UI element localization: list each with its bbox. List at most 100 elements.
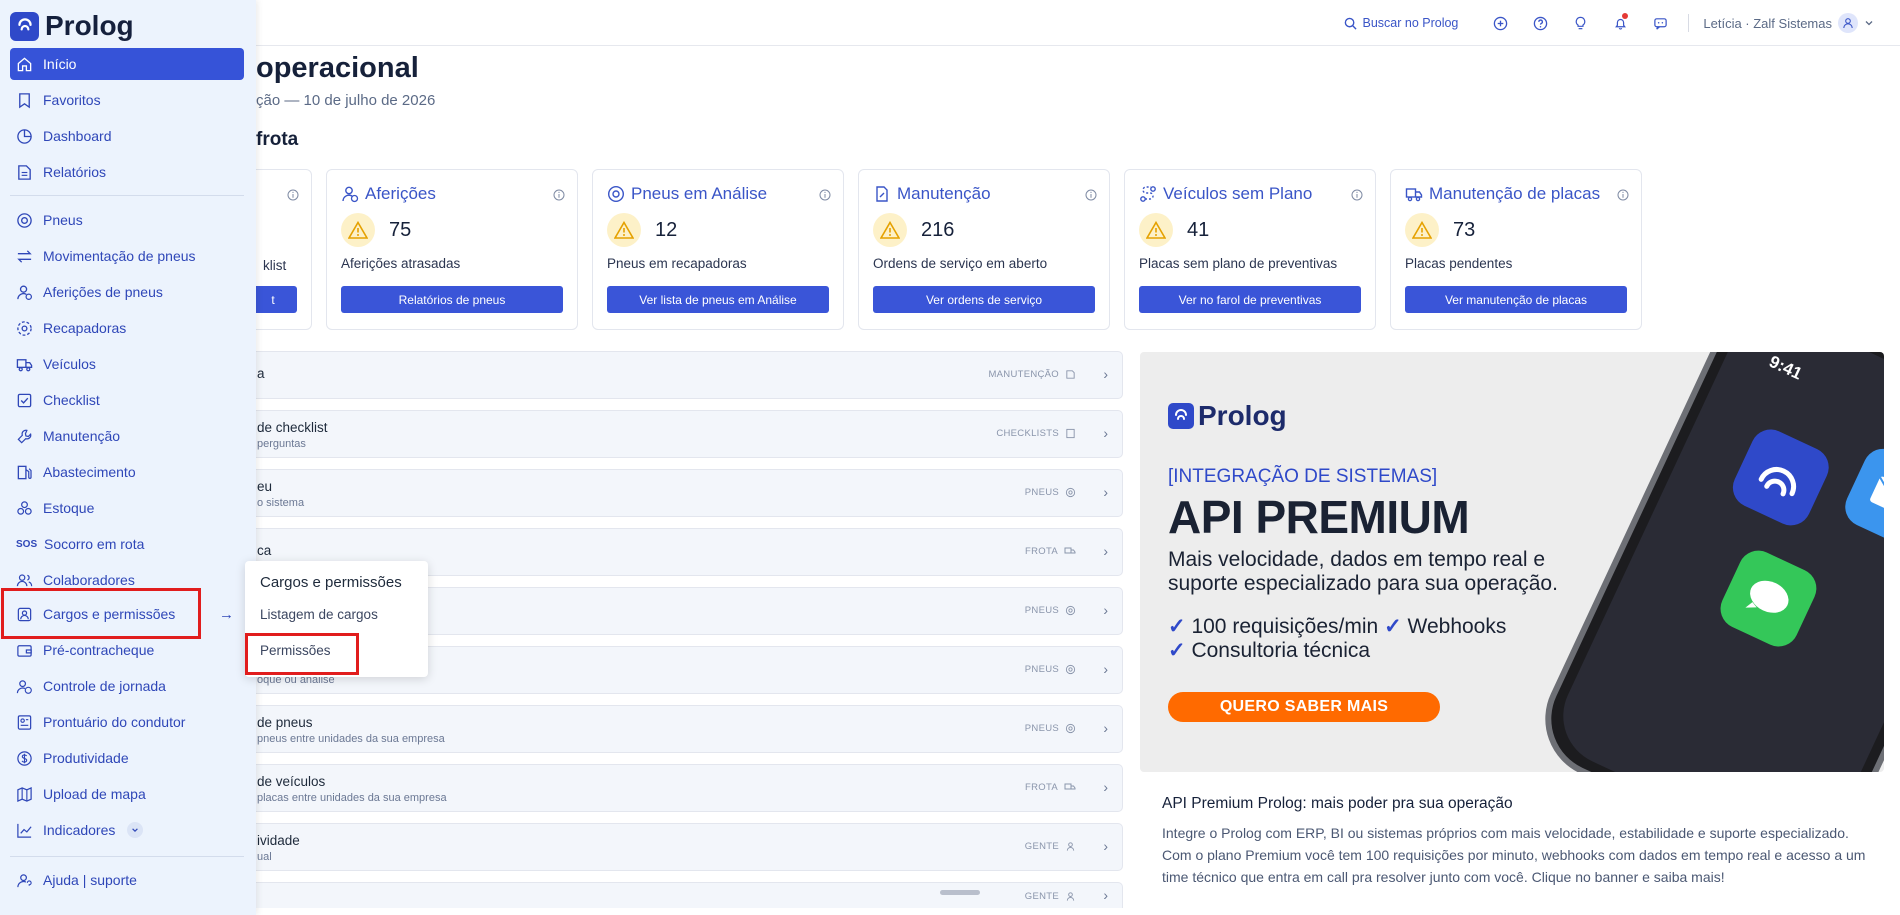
info-icon[interactable]	[287, 188, 299, 206]
card-button[interactable]: Ver no farol de preventivas	[1139, 286, 1361, 313]
list-item-subtitle: placas entre unidades da sua empresa	[257, 792, 447, 804]
list-item-subtitle: pneus entre unidades da sua empresa	[257, 733, 445, 745]
info-icon[interactable]	[819, 188, 831, 206]
list-item-tag: PNEUS	[1025, 487, 1076, 498]
tire-icon	[1065, 487, 1076, 498]
sidebar-item-checklist[interactable]: Checklist	[10, 384, 244, 416]
card-button[interactable]: Relatórios de pneus	[341, 286, 563, 313]
transfer-icon	[17, 249, 32, 263]
warning-icon	[1139, 213, 1173, 247]
list-item-title: de veículos	[257, 774, 326, 789]
global-search[interactable]: Buscar no Prolog	[1344, 16, 1458, 30]
sidebar-item-label: Prontuário do condutor	[43, 714, 186, 730]
chat-button[interactable]	[1640, 0, 1680, 46]
ideas-button[interactable]	[1560, 0, 1600, 46]
list-item[interactable]: GENTE ›	[160, 882, 1123, 908]
prolog-app-icon	[1726, 422, 1836, 532]
sidebar-item-veiculos[interactable]: Veículos	[10, 348, 244, 380]
truck-wrench-icon	[1405, 188, 1423, 202]
sidebar-logo-text: Prolog	[45, 10, 134, 41]
retread-icon	[17, 320, 32, 336]
card-button[interactable]: Ver ordens de serviço	[873, 286, 1095, 313]
help-button[interactable]	[1520, 0, 1560, 46]
submenu-item-listagem[interactable]: Listagem de cargos	[260, 607, 378, 622]
list-item-subtitle: ual	[257, 851, 272, 863]
summary-card-afericoes: Aferições 75 Aferições atrasadas Relatór…	[326, 169, 578, 330]
feature-label: Webhooks	[1407, 615, 1507, 638]
wallet-icon	[17, 644, 32, 657]
sidebar-item-produtividade[interactable]: Produtividade	[10, 742, 244, 774]
sidebar-item-label: Veículos	[43, 356, 96, 372]
sidebar-item-label: Colaboradores	[43, 572, 135, 588]
info-icon[interactable]	[1617, 188, 1629, 206]
sidebar-item-prontuario[interactable]: Prontuário do condutor	[10, 706, 244, 738]
list-item-tag: FROTA	[1025, 782, 1076, 793]
list-item[interactable]: de checklist perguntas CHECKLISTS ›	[160, 410, 1123, 458]
list-item[interactable]: de pneus pneus entre unidades da sua emp…	[160, 705, 1123, 753]
scrollbar-handle[interactable]	[940, 890, 980, 895]
sidebar-item-estoque[interactable]: Estoque	[10, 492, 244, 524]
sidebar-item-label: Dashboard	[43, 128, 112, 144]
search-icon	[1344, 17, 1357, 30]
dollar-icon	[17, 750, 32, 766]
sidebar-item-label: Ajuda | suporte	[43, 872, 137, 888]
sidebar-item-pneus[interactable]: Pneus	[10, 204, 244, 236]
sidebar-item-label: Controle de jornada	[43, 678, 166, 694]
sidebar-item-afericoes[interactable]: Aferições de pneus	[10, 276, 244, 308]
info-icon[interactable]	[1351, 188, 1363, 206]
plus-circle-icon	[1493, 16, 1508, 30]
page-title: operacional	[256, 52, 419, 84]
sidebar-item-recapadoras[interactable]: Recapadoras	[10, 312, 244, 344]
card-button[interactable]: Ver lista de pneus em Análise	[607, 286, 829, 313]
list-item[interactable]: eu o sistema PNEUS ›	[160, 469, 1123, 517]
promo-banner[interactable]: Prolog [INTEGRAÇÃO DE SISTEMAS] API PREM…	[1140, 352, 1884, 772]
person-icon	[1066, 892, 1075, 901]
notifications-button[interactable]	[1600, 0, 1640, 46]
list-item[interactable]: a MANUTENÇÃO ›	[160, 351, 1123, 399]
check-icon: ✓	[1168, 639, 1186, 662]
feature-label: Consultoria técnica	[1191, 639, 1371, 662]
card-button[interactable]: t	[249, 286, 297, 313]
sidebar-item-jornada[interactable]: Controle de jornada	[10, 670, 244, 702]
info-icon[interactable]	[553, 188, 565, 206]
sidebar-item-dashboard[interactable]: Dashboard	[10, 120, 244, 152]
fuel-icon	[17, 465, 32, 479]
tag-label: GENTE	[1024, 841, 1059, 852]
sidebar-item-inicio[interactable]: Início	[10, 48, 244, 80]
sidebar-divider	[10, 856, 244, 857]
user-menu[interactable]: Letícia · Zalf Sistemas	[1703, 13, 1874, 33]
card-button[interactable]: Ver manutenção de placas	[1405, 286, 1627, 313]
banner-cta-button[interactable]: QUERO SABER MAIS	[1168, 692, 1440, 722]
card-title: Pneus em Análise	[631, 184, 768, 203]
arrow-right-icon: →	[219, 605, 234, 623]
home-icon	[17, 56, 32, 71]
info-icon[interactable]	[1085, 188, 1097, 206]
sidebar-item-upload-mapa[interactable]: Upload de mapa	[10, 778, 244, 810]
sidebar-item-ajuda[interactable]: Ajuda | suporte	[10, 864, 244, 896]
submenu-cargos: Cargos e permissões Listagem de cargos P…	[245, 561, 428, 677]
support-icon	[17, 873, 32, 887]
warning-icon	[1405, 213, 1439, 247]
highlight-box	[245, 633, 359, 675]
chevron-right-icon: ›	[1103, 425, 1108, 441]
sidebar-item-label: Manutenção	[43, 428, 121, 444]
sidebar-item-movimentacao[interactable]: Movimentação de pneus	[10, 240, 244, 272]
list-item-title: ca	[257, 543, 272, 558]
sidebar-item-manutencao[interactable]: Manutenção	[10, 420, 244, 452]
sidebar-logo[interactable]: Prolog	[10, 10, 134, 42]
sidebar-item-relatorios[interactable]: Relatórios	[10, 156, 244, 188]
check-icon: ✓	[1384, 615, 1402, 638]
sidebar-item-favoritos[interactable]: Favoritos	[10, 84, 244, 116]
sidebar-item-indicadores[interactable]: Indicadores	[10, 814, 244, 846]
card-title: Manutenção de placas	[1429, 184, 1601, 203]
expand-icon[interactable]	[127, 822, 144, 838]
phone-illustration: 9:41	[1525, 352, 1884, 772]
sos-icon: SOS	[16, 538, 38, 550]
list-item[interactable]: ividade ual GENTE ›	[160, 823, 1123, 871]
mail-app-icon	[1838, 442, 1884, 552]
sidebar-item-abastecimento[interactable]: Abastecimento	[10, 456, 244, 488]
sidebar-item-socorro[interactable]: SOS Socorro em rota	[10, 528, 244, 560]
list-item-title: ividade	[257, 833, 300, 848]
add-button[interactable]	[1480, 0, 1520, 46]
list-item[interactable]: de veículos placas entre unidades da sua…	[160, 764, 1123, 812]
